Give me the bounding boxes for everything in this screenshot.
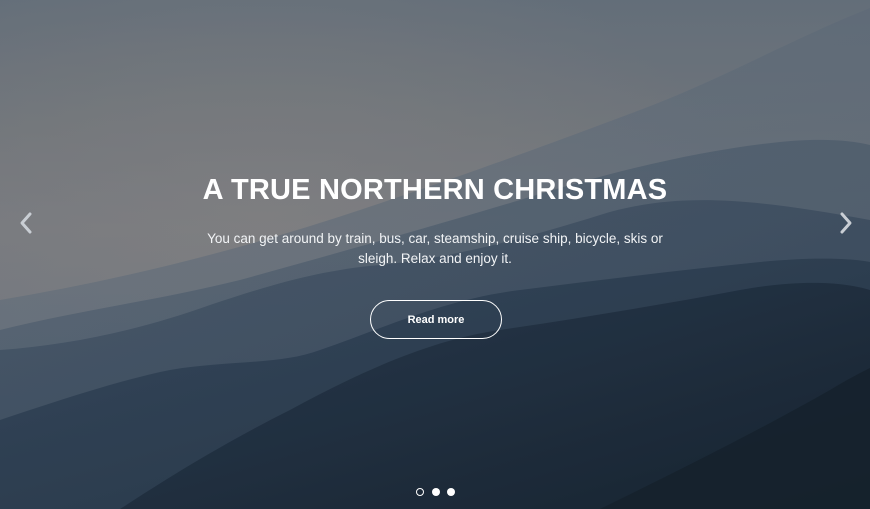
previous-slide-button[interactable] [11,207,41,239]
slide-indicator-2[interactable] [432,488,440,496]
slide-title: A TRUE NORTHERN CHRISTMAS [202,174,668,206]
slide-indicator-1[interactable] [416,488,424,496]
read-more-button[interactable]: Read more [370,300,502,339]
chevron-right-icon [840,212,852,234]
hero-carousel: A TRUE NORTHERN CHRISTMAS You can get ar… [0,0,870,509]
slide-indicator-3[interactable] [447,488,455,496]
carousel-indicators [412,485,460,499]
next-slide-button[interactable] [831,207,861,239]
slide-description: You can get around by train, bus, car, s… [207,231,663,266]
chevron-left-icon [20,212,32,234]
